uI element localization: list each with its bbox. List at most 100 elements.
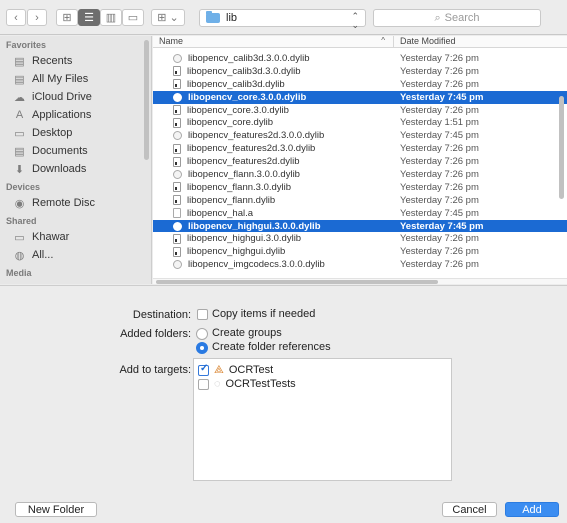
sidebar-item-label: All... <box>32 249 54 261</box>
executable-file-icon <box>173 105 181 115</box>
back-button[interactable]: ‹ <box>6 9 26 26</box>
arrange-button[interactable]: ⊞ ⌄ <box>151 9 185 26</box>
file-row[interactable]: libopencv_calib3d.dylib Yesterday 7:26 pm <box>153 78 567 91</box>
create-groups-radio[interactable] <box>196 328 208 340</box>
documents-icon: ▤ <box>14 145 25 158</box>
file-name: libopencv_calib3d.3.0.dylib <box>187 65 301 77</box>
target-checkbox[interactable] <box>198 363 209 376</box>
cancel-button[interactable]: Cancel <box>442 502 497 517</box>
network-icon: ◍ <box>14 249 25 262</box>
grid-icon: ⊞ <box>62 12 72 24</box>
list-view-button[interactable]: ☰ <box>78 9 100 26</box>
sidebar-item-remote-disc[interactable]: ◉ Remote Disc <box>0 194 151 212</box>
sidebar-item-desktop[interactable]: ▭ Desktop <box>0 124 151 142</box>
file-row[interactable]: libopencv_flann.3.0.0.dylib Yesterday 7:2… <box>153 168 567 181</box>
add-button[interactable]: Add <box>505 502 559 517</box>
file-list-hscrollbar[interactable] <box>153 278 567 284</box>
search-input[interactable]: ⌕ Search <box>373 9 541 27</box>
file-row[interactable]: libopencv_core.dylib Yesterday 1:51 pm <box>153 116 567 129</box>
file-row[interactable]: libopencv_flann.dylib Yesterday 7:26 pm <box>153 194 567 207</box>
sidebar-item-recents[interactable]: ▤ Recents <box>0 52 151 70</box>
file-name-cell: libopencv_features2d.dylib <box>153 156 394 167</box>
alias-file-icon <box>173 221 182 231</box>
executable-file-icon <box>173 143 181 154</box>
sidebar-item-documents[interactable]: ▤ Documents <box>0 142 151 160</box>
icon-view-button[interactable]: ⊞ <box>56 9 78 26</box>
files-icon: ▤ <box>14 73 25 86</box>
copy-items-checkbox[interactable] <box>197 309 208 320</box>
file-list-scrollbar[interactable] <box>559 96 564 199</box>
sidebar-item-label: Applications <box>32 109 92 121</box>
alias-file-icon <box>173 92 182 102</box>
column-header-name-label: Name <box>159 36 184 46</box>
disc-icon: ◉ <box>14 197 25 210</box>
file-date: Yesterday 7:26 pm <box>400 104 479 116</box>
file-date: Yesterday 7:26 pm <box>400 194 479 206</box>
target-row-ocrtesttests[interactable]: ◌ OCRTestTests <box>198 377 296 391</box>
chevron-left-icon: ‹ <box>14 11 18 24</box>
file-row[interactable]: libopencv_highgui.3.0.0.dylib Yesterday 7… <box>153 219 567 233</box>
targets-label: Add to targets: <box>119 364 191 376</box>
file-date: Yesterday 7:26 pm <box>400 168 479 180</box>
executable-file-icon <box>173 182 181 193</box>
column-header-date-label: Date Modified <box>400 36 456 46</box>
create-folder-references-label[interactable]: Create folder references <box>212 341 331 353</box>
sidebar-item-all[interactable]: ◍ All... <box>0 246 151 264</box>
new-folder-button[interactable]: New Folder <box>15 502 97 517</box>
file-name-cell: libopencv_features2d.3.0.dylib <box>153 143 394 154</box>
file-date: Yesterday 7:26 pm <box>400 65 479 77</box>
sidebar-scrollbar[interactable] <box>144 40 149 160</box>
alias-file-icon <box>173 53 182 63</box>
target-name: OCRTest <box>228 364 274 376</box>
file-row[interactable]: libopencv_highgui.3.0.dylib Yesterday 7:2… <box>153 232 567 245</box>
file-row[interactable]: libopencv_core.3.0.0.dylib Yesterday 7:45… <box>153 90 567 104</box>
sidebar-item-khawar[interactable]: ▭ Khawar <box>0 228 151 246</box>
file-row[interactable]: libopencv_features2d.dylib Yesterday 7:26… <box>153 155 567 168</box>
file-date: Yesterday 7:26 pm <box>400 143 479 155</box>
file-name: libopencv_features2d.dylib <box>187 156 300 168</box>
file-row[interactable]: libopencv_imgcodecs.3.0.0.dylib Yesterday… <box>153 258 567 271</box>
alias-file-icon <box>173 131 182 141</box>
sidebar-section-devices: Devices <box>6 182 41 192</box>
file-list: Name ^ Date Modified libopencv_calib3d.3… <box>153 36 567 284</box>
app-target-icon: ⟁ <box>214 363 224 376</box>
file-name: libopencv_calib3d.3.0.0.dylib <box>188 52 310 64</box>
file-row[interactable]: libopencv_highgui.dylib Yesterday 7:26 pm <box>153 245 567 258</box>
file-name-cell: libopencv_features2d.3.0.0.dylib <box>153 130 394 141</box>
sidebar-item-downloads[interactable]: ⬇ Downloads <box>0 160 151 178</box>
file-date: Yesterday 7:26 pm <box>400 181 479 193</box>
target-name: OCRTestTests <box>225 378 296 390</box>
coverflow-view-button[interactable]: ▭ <box>122 9 144 26</box>
column-view-button[interactable]: ▥ <box>100 9 122 26</box>
file-date: Yesterday 7:26 pm <box>400 156 479 168</box>
file-date: Yesterday 7:26 pm <box>400 52 479 64</box>
create-groups-label[interactable]: Create groups <box>212 327 282 339</box>
coverflow-icon: ▭ <box>127 12 139 24</box>
sidebar-item-all-my-files[interactable]: ▤ All My Files <box>0 70 151 88</box>
sidebar-item-applications[interactable]: A Applications <box>0 106 151 124</box>
column-header-name[interactable]: Name ^ <box>153 36 394 47</box>
target-checkbox[interactable] <box>198 378 209 390</box>
sidebar-item-icloud-drive[interactable]: ☁ iCloud Drive <box>0 88 151 106</box>
file-name-cell: libopencv_flann.3.0.dylib <box>153 182 394 193</box>
document-file-icon <box>173 208 181 219</box>
target-row-ocrtest[interactable]: ⟁ OCRTest <box>198 363 273 377</box>
file-row[interactable]: libopencv_calib3d.3.0.dylib Yesterday 7:2… <box>153 65 567 78</box>
sidebar-item-label: Khawar <box>32 231 70 243</box>
file-row[interactable]: libopencv_features2d.3.0.0.dylib Yesterda… <box>153 129 567 142</box>
file-name-cell: libopencv_imgcodecs.3.0.0.dylib <box>153 259 394 270</box>
create-folder-references-radio[interactable] <box>196 342 208 354</box>
file-row[interactable]: libopencv_calib3d.3.0.0.dylib Yesterday 7… <box>153 52 567 65</box>
path-popup[interactable]: lib ⌃ ⌄ <box>199 9 366 30</box>
hscroll-thumb[interactable] <box>156 280 438 284</box>
forward-button[interactable]: › <box>27 9 47 26</box>
file-row[interactable]: libopencv_flann.3.0.dylib Yesterday 7:26 … <box>153 181 567 194</box>
file-row[interactable]: libopencv_core.3.0.dylib Yesterday 7:26 p… <box>153 104 567 117</box>
file-name: libopencv_flann.dylib <box>187 194 276 206</box>
file-rows: libopencv_calib3d.3.0.0.dylib Yesterday 7… <box>153 52 567 271</box>
copy-items-label[interactable]: Copy items if needed <box>212 308 315 320</box>
column-header-date[interactable]: Date Modified <box>394 36 456 47</box>
file-row[interactable]: libopencv_features2d.3.0.dylib Yesterday … <box>153 142 567 155</box>
arrange-icon: ⊞ ⌄ <box>157 12 179 24</box>
file-row[interactable]: libopencv_hal.a Yesterday 7:45 pm <box>153 207 567 220</box>
